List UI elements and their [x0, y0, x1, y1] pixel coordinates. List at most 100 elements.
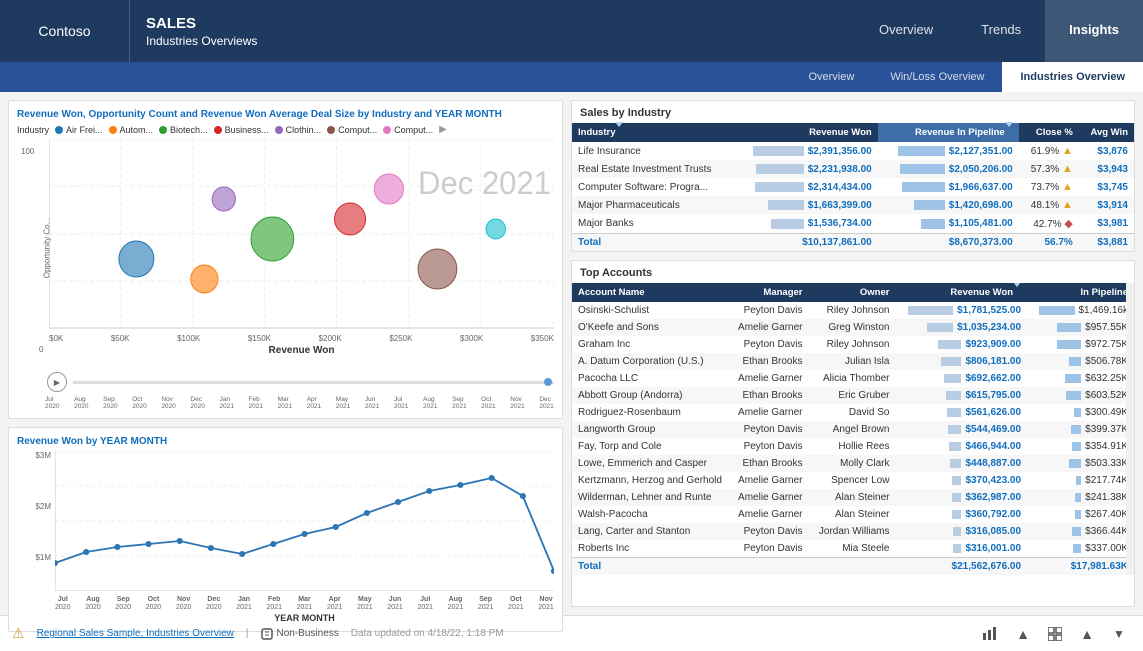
y-tick-100: 100: [21, 147, 34, 156]
account-revenue-won: $544,469.00: [895, 421, 1027, 438]
tab-insights[interactable]: Insights: [1045, 0, 1143, 62]
account-revenue-won: $923,909.00: [895, 336, 1027, 353]
line-chart-x-title: YEAR MONTH: [55, 613, 554, 623]
bubble-chart-title: Revenue Won, Opportunity Count and Reven…: [17, 109, 554, 120]
status-report-link[interactable]: Regional Sales Sample, Industries Overvi…: [37, 628, 234, 639]
table-row: Major Banks $1,536,734.00 $1,105,481.00 …: [572, 214, 1134, 234]
account-revenue-won: $466,944.00: [895, 438, 1027, 455]
th-revenue-won: Revenue Won: [732, 123, 878, 142]
close-pct-cell: 61.9% ▲: [1019, 142, 1079, 160]
industry-name: Computer Software: Progra...: [572, 178, 732, 196]
account-owner: Riley Johnson: [809, 302, 896, 319]
account-pipeline: $632.25K: [1027, 370, 1134, 387]
grid-icon: [1048, 627, 1062, 641]
account-manager: Amelie Garner: [728, 472, 809, 489]
table-row: Wilderman, Lehner and Runte Amelie Garne…: [572, 489, 1134, 506]
revenue-won-cell: $2,231,938.00: [732, 160, 878, 178]
account-owner: Jordan Williams: [809, 523, 896, 540]
account-owner: Julian Isla: [809, 353, 896, 370]
table-row: Rodriguez-Rosenbaum Amelie Garner David …: [572, 404, 1134, 421]
legend-industry-label: Industry: [17, 125, 49, 135]
account-revenue-won: $370,423.00: [895, 472, 1027, 489]
left-panel: Revenue Won, Opportunity Count and Reven…: [8, 100, 563, 607]
chart-icon-btn[interactable]: [979, 622, 1003, 646]
account-name: Walsh-Pacocha: [572, 506, 728, 523]
revenue-won-cell: $1,536,734.00: [732, 214, 878, 234]
trend-up-icon: ▲: [1062, 163, 1073, 175]
table-row: Graham Inc Peyton Davis Riley Johnson $9…: [572, 336, 1134, 353]
total-avg-win: $3,881: [1079, 234, 1134, 252]
account-pipeline: $241.38K: [1027, 489, 1134, 506]
sub-tab-overview[interactable]: Overview: [790, 62, 872, 92]
pipeline-cell: $1,105,481.00: [878, 214, 1019, 234]
account-revenue-won: $1,035,234.00: [895, 319, 1027, 336]
trend-up-icon: ▲: [1062, 199, 1073, 211]
industry-name: Real Estate Investment Trusts: [572, 160, 732, 178]
top-accounts-wrapper: Account Name Manager Owner Revenue Won I…: [572, 283, 1134, 575]
account-revenue-won: $561,626.00: [895, 404, 1027, 421]
th-pipeline: Revenue In Pipeline: [878, 123, 1019, 142]
status-tag: Non-Business: [261, 628, 339, 640]
account-manager: Amelie Garner: [728, 319, 809, 336]
sort-icon-pipeline: [1005, 122, 1013, 138]
table-row: Real Estate Investment Trusts $2,231,938…: [572, 160, 1134, 178]
legend-item-4: Clothin...: [275, 125, 322, 135]
sub-tab-industries[interactable]: Industries Overview: [1002, 62, 1143, 92]
grid-icon-btn[interactable]: [1043, 622, 1067, 646]
account-revenue-won: $615,795.00: [895, 387, 1027, 404]
account-pipeline: $503.33K: [1027, 455, 1134, 472]
account-owner: Greg Winston: [809, 319, 896, 336]
account-pipeline: $267.40K: [1027, 506, 1134, 523]
account-manager: Ethan Brooks: [728, 387, 809, 404]
timeline-track[interactable]: [73, 381, 554, 384]
revenue-won-cell: $2,314,434.00: [732, 178, 878, 196]
legend-more: ▶: [439, 124, 447, 135]
account-pipeline: $506.78K: [1027, 353, 1134, 370]
table-row: A. Datum Corporation (U.S.) Ethan Brooks…: [572, 353, 1134, 370]
account-manager: Peyton Davis: [728, 540, 809, 558]
chevron-down-icon-btn[interactable]: ▲: [1075, 622, 1099, 646]
warning-icon: ⚠: [12, 625, 25, 642]
industry-name: Major Pharmaceuticals: [572, 196, 732, 214]
trend-up-icon: ▲: [1062, 145, 1073, 157]
legend-item-3: Business...: [214, 125, 269, 135]
play-button[interactable]: ▶: [47, 372, 67, 392]
account-owner: Mia Steele: [809, 540, 896, 558]
trend-up-icon: ▲: [1062, 181, 1073, 193]
industry-name: Major Banks: [572, 214, 732, 234]
y-axis-label: Opportunity Co...: [43, 217, 52, 277]
nav-tabs: Overview Trends Insights: [855, 0, 1143, 62]
x-axis-title: Revenue Won: [49, 345, 554, 356]
account-revenue-won: $806,181.00: [895, 353, 1027, 370]
update-text: Data updated on 4/18/22, 1:18 PM: [351, 628, 504, 639]
account-owner: Eric Gruber: [809, 387, 896, 404]
account-name: Kertzmann, Herzog and Gerhold: [572, 472, 728, 489]
nav-center: SALES Industries Overviews: [130, 0, 855, 62]
sales-by-industry-table: Industry Revenue Won Revenue In Pipeline…: [572, 123, 1134, 251]
expand-icon-btn[interactable]: ▼: [1107, 622, 1131, 646]
scroll-indicator[interactable]: [1126, 283, 1134, 575]
tab-trends[interactable]: Trends: [957, 0, 1045, 62]
revenue-won-cell: $2,391,356.00: [732, 142, 878, 160]
bar-chart-icon: [982, 627, 1000, 641]
accounts-total-row: Total $21,562,676.00 $17,981.63K: [572, 558, 1134, 576]
y-axis-labels: $3M $2M $1M: [17, 451, 51, 603]
account-owner: Spencer Low: [809, 472, 896, 489]
pipeline-cell: $1,420,698.00: [878, 196, 1019, 214]
line-chart-title: Revenue Won by YEAR MONTH: [17, 436, 554, 447]
top-accounts-card: Top Accounts Account Name Manager Owner …: [571, 260, 1135, 607]
account-name: Abbott Group (Andorra): [572, 387, 728, 404]
account-pipeline: $972.75K: [1027, 336, 1134, 353]
avg-win-cell: $3,745: [1079, 178, 1134, 196]
account-manager: Ethan Brooks: [728, 353, 809, 370]
account-name: Langworth Group: [572, 421, 728, 438]
legend-item-6: Comput...: [383, 125, 433, 135]
table-row: Lowe, Emmerich and Casper Ethan Brooks M…: [572, 455, 1134, 472]
account-name: Lowe, Emmerich and Casper: [572, 455, 728, 472]
sub-tab-winloss[interactable]: Win/Loss Overview: [872, 62, 1002, 92]
chevron-up-icon-btn[interactable]: ▲: [1011, 622, 1035, 646]
industries-overviews-title: Industries Overviews: [146, 34, 855, 48]
account-name: Pacocha LLC: [572, 370, 728, 387]
account-manager: Peyton Davis: [728, 523, 809, 540]
tab-overview[interactable]: Overview: [855, 0, 957, 62]
